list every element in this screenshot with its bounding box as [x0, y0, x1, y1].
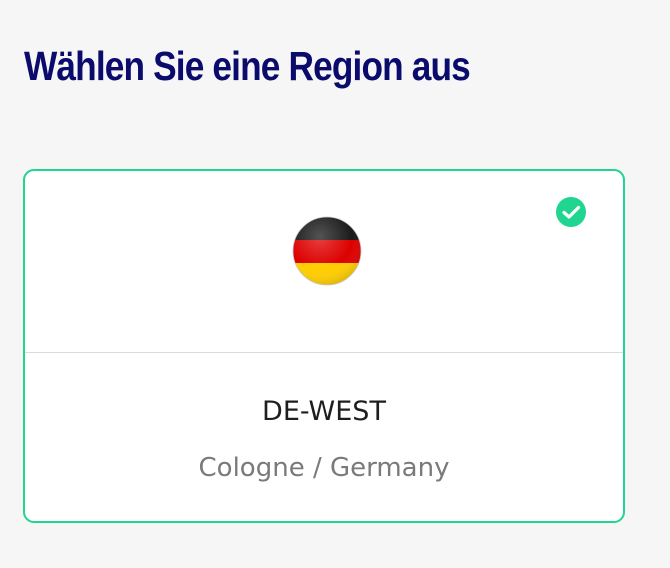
region-card-body: DE-WEST Cologne / Germany — [25, 353, 623, 521]
germany-flag-icon — [292, 216, 362, 286]
check-circle-icon — [556, 197, 586, 227]
region-location: Cologne / Germany — [198, 453, 450, 483]
region-card-de-west[interactable]: DE-WEST Cologne / Germany — [23, 169, 625, 523]
page-title: Wählen Sie eine Region aus — [24, 43, 471, 89]
region-card-header — [25, 171, 623, 353]
region-code: DE-WEST — [262, 396, 386, 427]
